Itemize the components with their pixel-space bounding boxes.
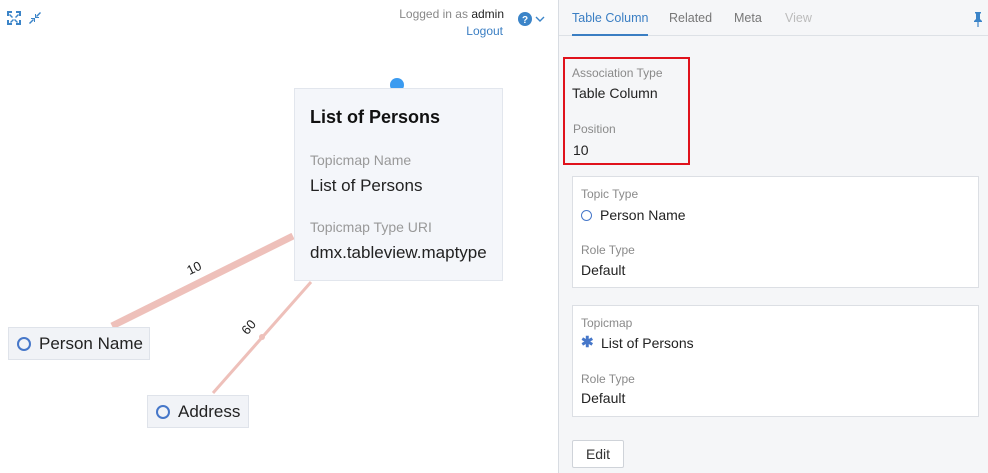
association-type-label: Association Type bbox=[572, 66, 663, 80]
tab-related[interactable]: Related bbox=[669, 0, 712, 36]
edge-label-60: 60 bbox=[238, 317, 259, 338]
position-value: 10 bbox=[573, 142, 589, 158]
node-label: Address bbox=[178, 401, 241, 421]
app-root: Logged in as admin Logout ? 10 60 Person… bbox=[0, 0, 988, 473]
pin-icon[interactable] bbox=[971, 11, 985, 27]
tab-table-column[interactable]: Table Column bbox=[572, 0, 649, 36]
position-label: Position bbox=[573, 122, 616, 136]
player-role-value: Default bbox=[581, 262, 626, 278]
asterisk-icon: ✱ bbox=[581, 334, 594, 351]
player-label: Topic Type bbox=[581, 187, 639, 201]
player-topicmap: Topicmap ✱ List of Persons Role Type Def… bbox=[572, 305, 979, 417]
player-role-label: Role Type bbox=[581, 243, 635, 257]
player-role-label: Role Type bbox=[581, 372, 635, 386]
circle-icon bbox=[17, 336, 31, 351]
player-role-value: Default bbox=[581, 390, 626, 406]
edge-midpoint bbox=[259, 334, 265, 340]
association-type-value: Table Column bbox=[572, 85, 658, 101]
circle-icon bbox=[156, 404, 170, 419]
node-label: Person Name bbox=[39, 333, 143, 353]
detail-field-value: List of Persons bbox=[310, 176, 423, 195]
player-label: Topicmap bbox=[581, 316, 633, 330]
detail-field-label: Topicmap Name bbox=[310, 152, 412, 168]
node-address[interactable]: Address bbox=[147, 395, 249, 428]
node-person-name[interactable]: Person Name bbox=[8, 327, 150, 360]
tab-view: View bbox=[785, 11, 812, 25]
player-topic-link[interactable]: ✱ List of Persons bbox=[581, 335, 694, 351]
player-value: List of Persons bbox=[601, 335, 694, 351]
detail-panel: Table Column Related Meta View Associati… bbox=[558, 0, 988, 473]
player-topic-type: Topic Type Person Name Role Type Default bbox=[572, 176, 979, 288]
topicmap-canvas[interactable]: Logged in as admin Logout ? 10 60 Person… bbox=[0, 0, 558, 473]
detail-title: List of Persons bbox=[310, 107, 441, 127]
tab-meta[interactable]: Meta bbox=[734, 0, 762, 36]
edge-label-10: 10 bbox=[184, 258, 204, 278]
circle-icon bbox=[581, 209, 592, 221]
detail-field-label: Topicmap Type URI bbox=[310, 219, 432, 235]
player-value: Person Name bbox=[600, 207, 686, 223]
panel-tabs: Table Column Related Meta View bbox=[559, 0, 988, 36]
player-topic-link[interactable]: Person Name bbox=[581, 207, 686, 223]
topic-detail-card[interactable]: List of Persons Topicmap Name List of Pe… bbox=[294, 88, 503, 281]
detail-field-value: dmx.tableview.maptype bbox=[310, 243, 487, 262]
edge-list-to-person-name[interactable] bbox=[110, 232, 295, 330]
edit-button[interactable]: Edit bbox=[572, 440, 624, 468]
